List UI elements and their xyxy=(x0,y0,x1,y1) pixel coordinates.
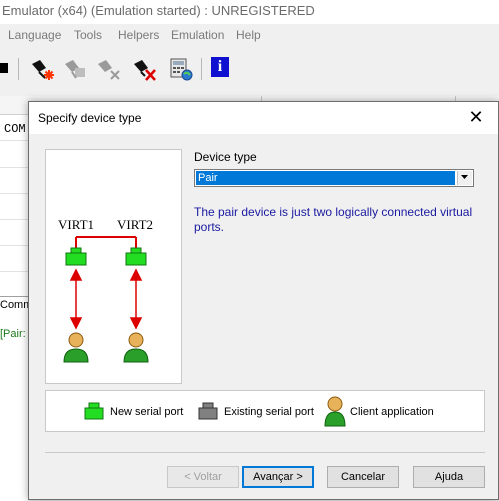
edit-device-icon[interactable] xyxy=(63,56,89,82)
client-application-icon xyxy=(123,332,149,363)
device-illustration: VIRT1 VIRT2 xyxy=(45,149,182,384)
existing-serial-port-icon xyxy=(198,402,218,420)
next-button[interactable]: Avançar > xyxy=(242,466,314,488)
legend-existing-serial-port: Existing serial port xyxy=(224,406,314,418)
row-divider xyxy=(0,219,28,220)
menu-tools[interactable]: Tools xyxy=(74,28,102,42)
row-divider xyxy=(0,167,28,168)
info-icon[interactable]: i xyxy=(211,57,229,77)
port1-label: VIRT1 xyxy=(58,217,94,232)
add-device-icon[interactable] xyxy=(30,56,56,82)
row-divider xyxy=(0,271,28,272)
port1-arrow xyxy=(69,268,83,330)
row-divider xyxy=(0,245,28,246)
delete-device-icon[interactable] xyxy=(132,56,158,82)
new-serial-port-icon xyxy=(65,247,87,266)
menu-bar: Language Tools Helpers Emulation Help xyxy=(0,24,499,46)
back-button[interactable]: < Voltar xyxy=(167,466,239,488)
app-title-bar: Emulator (x64) (Emulation started) : UNR… xyxy=(0,0,499,24)
pair-link xyxy=(75,236,137,250)
row-divider xyxy=(0,193,28,194)
dialog-title: Specify device type xyxy=(38,111,142,125)
menu-helpers[interactable]: Helpers xyxy=(118,28,159,42)
legend-new-serial-port: New serial port xyxy=(110,406,184,418)
device-type-label: Device type xyxy=(194,150,257,164)
client-application-icon xyxy=(324,396,346,427)
legend: New serial port Existing serial port Cli… xyxy=(45,390,485,432)
new-serial-port-icon xyxy=(84,402,104,420)
new-serial-port-icon xyxy=(125,247,147,266)
toolbar-separator xyxy=(201,58,202,80)
device-type-value[interactable]: Pair xyxy=(196,171,455,185)
port2-label: VIRT2 xyxy=(117,217,153,232)
client-application-icon xyxy=(63,332,89,363)
toolbar-separator xyxy=(18,58,19,80)
network-settings-icon[interactable] xyxy=(168,56,194,82)
log-panel[interactable] xyxy=(0,296,28,501)
close-icon[interactable]: ✕ xyxy=(454,102,498,134)
dialog-title-bar[interactable]: Specify device type ✕ xyxy=(29,102,498,134)
disconnect-device-icon[interactable] xyxy=(96,56,122,82)
specify-device-type-dialog: Specify device type ✕ VIRT1 VIRT2 Device… xyxy=(28,101,499,500)
list-cell-port[interactable]: COM xyxy=(4,122,26,136)
device-type-description: The pair device is just two logically co… xyxy=(194,205,473,234)
chevron-down-icon[interactable] xyxy=(457,171,472,185)
menu-emulation[interactable]: Emulation xyxy=(171,28,224,42)
legend-client-application: Client application xyxy=(350,406,434,418)
cancel-button[interactable]: Cancelar xyxy=(327,466,399,488)
device-type-select[interactable]: Pair xyxy=(194,169,474,187)
stop-icon[interactable] xyxy=(0,63,8,73)
dialog-separator xyxy=(45,452,485,453)
row-divider xyxy=(0,140,28,141)
help-button[interactable]: Ajuda xyxy=(413,466,485,488)
menu-help[interactable]: Help xyxy=(236,28,261,42)
menu-language[interactable]: Language xyxy=(8,28,61,42)
app-title: Emulator (x64) (Emulation started) : UNR… xyxy=(2,3,315,18)
toolbar xyxy=(0,48,499,88)
port2-arrow xyxy=(129,268,143,330)
